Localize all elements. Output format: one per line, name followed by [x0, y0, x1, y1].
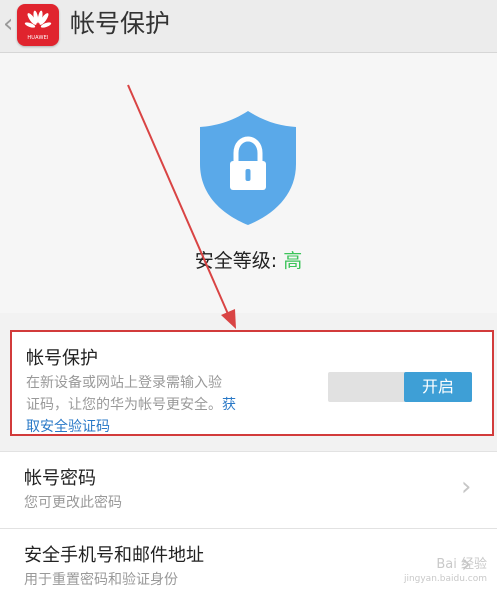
- toggle-on-label: 开启: [404, 372, 472, 402]
- watermark-sub: jingyan.baidu.com: [403, 574, 487, 584]
- chevron-left-icon: ‹: [3, 9, 14, 39]
- app-header: ‹ HUAWEI 帐号保护: [0, 0, 497, 53]
- desc-line-1: 在新设备或网站上登录需输入验: [26, 375, 222, 391]
- account-protection-title: 帐号保护: [26, 348, 98, 369]
- desc-line-2: 证码，让您的华为帐号更安全。: [26, 397, 222, 413]
- get-code-link[interactable]: 取安全验证码: [26, 419, 110, 435]
- row-desc: 您可更改此密码: [24, 495, 122, 511]
- row-desc: 用于重置密码和验证身份: [24, 572, 178, 588]
- account-protection-desc: 在新设备或网站上登录需输入验 证码，让您的华为帐号更安全。获 取安全验证码: [26, 372, 236, 438]
- logo-text: HUAWEI: [27, 35, 49, 41]
- account-password-row[interactable]: 帐号密码 您可更改此密码 ›: [0, 451, 497, 528]
- security-hero: 安全等级: 高: [0, 53, 497, 313]
- shield-lock-icon: [200, 111, 296, 225]
- back-button[interactable]: ‹: [3, 9, 15, 39]
- security-level: 安全等级: 高: [0, 246, 497, 273]
- huawei-logo: HUAWEI: [17, 4, 59, 46]
- watermark-text: Bai 经验: [436, 557, 487, 572]
- row-title: 安全手机号和邮件地址: [24, 545, 204, 566]
- get-code-link-part1[interactable]: 获: [222, 397, 236, 413]
- security-level-value: 高: [283, 250, 303, 272]
- chevron-right-icon: ›: [461, 472, 472, 502]
- account-protection-card: 帐号保护 在新设备或网站上登录需输入验 证码，让您的华为帐号更安全。获 取安全验…: [10, 330, 494, 436]
- page-title: 帐号保护: [70, 9, 171, 38]
- security-level-label: 安全等级:: [194, 250, 284, 272]
- watermark: Bai 经验 jingyan.baidu.com: [404, 558, 487, 586]
- protection-toggle[interactable]: 开启: [328, 372, 472, 402]
- row-title: 帐号密码: [24, 468, 96, 489]
